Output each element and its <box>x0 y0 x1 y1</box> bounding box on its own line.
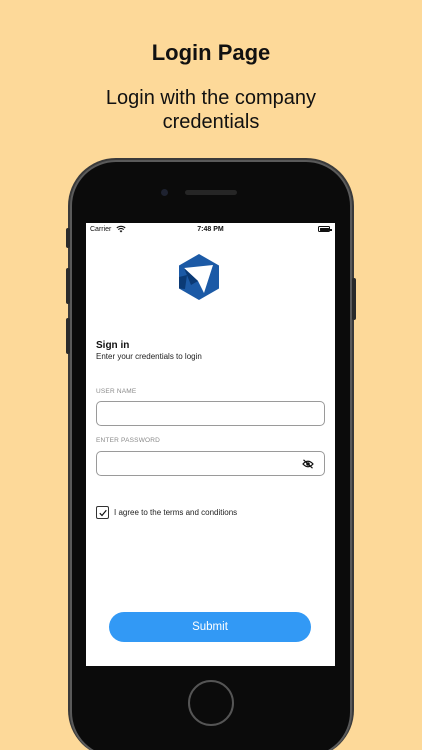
username-label: USER NAME <box>96 388 137 395</box>
terms-label[interactable]: I agree to the terms and conditions <box>114 508 237 517</box>
phone-volume-up <box>66 268 70 304</box>
home-button[interactable] <box>188 680 234 726</box>
phone-power-button <box>352 278 356 320</box>
status-time: 7:48 PM <box>197 226 224 233</box>
phone-volume-down <box>66 318 70 354</box>
submit-button[interactable]: Submit <box>109 612 311 642</box>
battery-icon <box>318 226 332 232</box>
app-screen: Carrier 7:48 PM Sign in Enter your crede… <box>86 223 335 666</box>
terms-checkbox[interactable] <box>96 506 109 519</box>
username-field[interactable] <box>96 401 325 426</box>
promo-subtitle: Login with the company credentials <box>105 87 317 133</box>
signin-subtitle: Enter your credentials to login <box>96 352 202 361</box>
password-field[interactable] <box>96 451 325 476</box>
status-bar: Carrier 7:48 PM <box>86 223 335 237</box>
eye-off-icon[interactable] <box>302 459 314 469</box>
password-label: ENTER PASSWORD <box>96 437 161 444</box>
promo-title: Login Page <box>151 40 271 65</box>
earpiece-speaker <box>185 190 237 195</box>
company-logo-icon <box>179 254 219 300</box>
checkmark-icon <box>99 509 107 517</box>
signin-title: Sign in <box>96 340 130 351</box>
phone-mute-switch <box>66 228 70 248</box>
front-camera <box>161 189 168 196</box>
